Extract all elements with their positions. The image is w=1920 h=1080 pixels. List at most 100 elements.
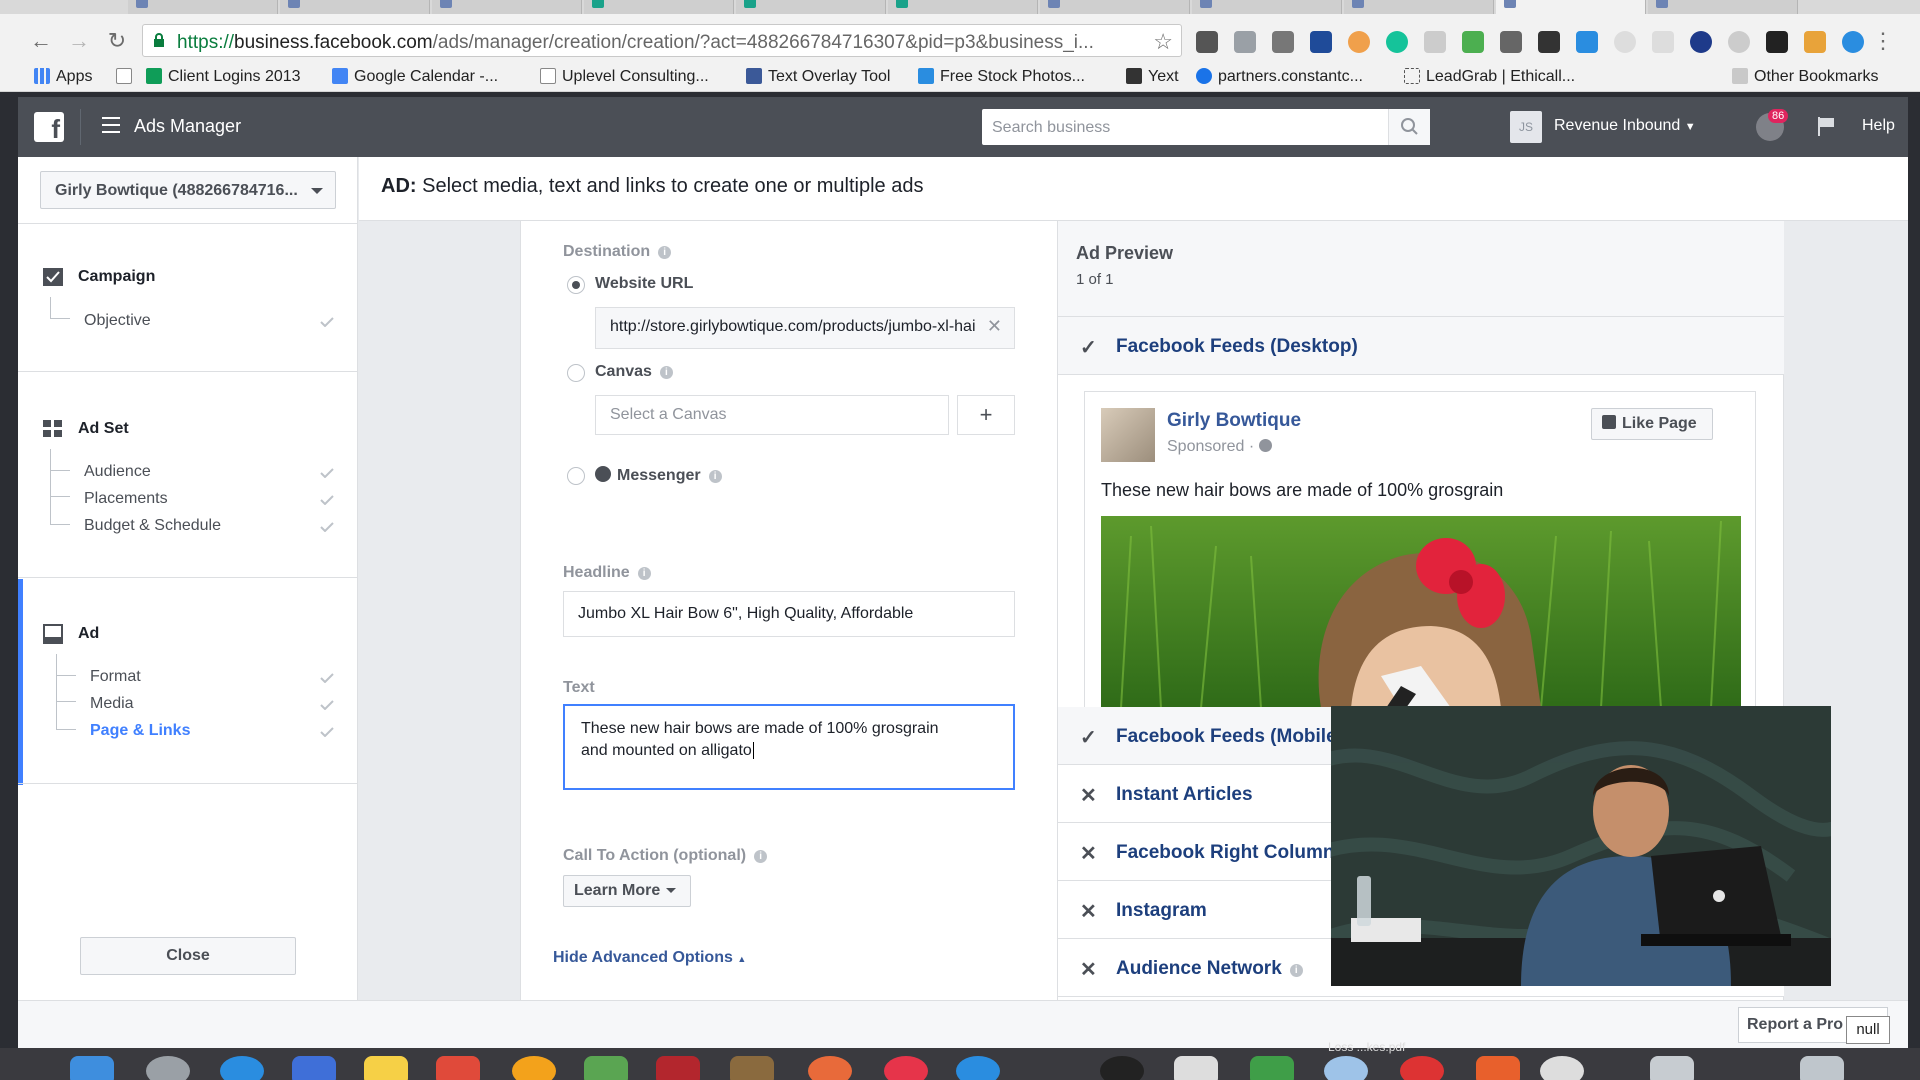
info-icon[interactable]: i [659, 366, 673, 379]
app-icon[interactable] [512, 1056, 556, 1080]
extension-pocket-icon[interactable] [1196, 31, 1218, 53]
notifications-icon[interactable]: 86 [1756, 109, 1789, 141]
extension-icon[interactable] [1462, 31, 1484, 53]
app-icon[interactable] [1324, 1056, 1368, 1080]
extension-icon[interactable] [1614, 31, 1636, 53]
app-icon[interactable] [1650, 1056, 1694, 1080]
calendar-icon[interactable] [436, 1056, 480, 1080]
mail-icon[interactable] [292, 1056, 336, 1080]
app-icon[interactable] [584, 1056, 628, 1080]
extension-icon[interactable] [1842, 31, 1864, 53]
extension-icon[interactable] [1804, 31, 1826, 53]
app-icon[interactable] [1100, 1056, 1144, 1080]
extension-yext-icon[interactable] [1310, 31, 1332, 53]
extension-icon[interactable] [1424, 31, 1446, 53]
extension-buffer-icon[interactable] [1766, 31, 1788, 53]
bookmark-item[interactable]: Yext [1126, 68, 1179, 86]
safari-icon[interactable] [220, 1056, 264, 1080]
extension-icon[interactable] [1576, 31, 1598, 53]
help-link[interactable]: Help [1862, 117, 1895, 135]
browser-tab[interactable] [280, 0, 430, 14]
headline-input[interactable]: Jumbo XL Hair Bow 6", High Quality, Affo… [563, 591, 1015, 637]
bookmark-item[interactable]: Uplevel Consulting... [540, 68, 709, 86]
page-name[interactable]: Girly Bowtique [1167, 410, 1301, 432]
extension-icon[interactable] [1728, 31, 1750, 53]
app-icon[interactable] [808, 1056, 852, 1080]
website-url-input[interactable]: http://store.girlybowtique.com/products/… [595, 307, 1015, 349]
bookmark-star-icon[interactable]: ☆ [1153, 29, 1173, 55]
notes-icon[interactable] [364, 1056, 408, 1080]
app-icon[interactable] [1400, 1056, 1444, 1080]
flag-icon[interactable] [1815, 115, 1837, 137]
messenger-radio[interactable] [567, 467, 585, 485]
sidebar-item-format[interactable]: Format [90, 668, 141, 686]
extension-icon[interactable] [1348, 31, 1370, 53]
placement-facebook-feeds-desktop[interactable]: ✓ Facebook Feeds (Desktop) [1058, 317, 1784, 375]
browser-tab-active[interactable] [1496, 0, 1646, 14]
add-canvas-button[interactable]: + [957, 395, 1015, 435]
bookmark-item[interactable] [116, 68, 138, 86]
search-button[interactable] [1388, 109, 1430, 145]
bookmark-item[interactable]: partners.constantc... [1196, 68, 1363, 86]
app-icon[interactable] [1476, 1056, 1520, 1080]
ad-account-selector[interactable]: Girly Bowtique (488266784716... [40, 171, 336, 209]
cta-dropdown[interactable]: Learn More [563, 875, 691, 907]
ad-text-input[interactable]: These new hair bows are made of 100% gro… [563, 704, 1015, 790]
bookmark-item[interactable]: Client Logins 2013 [146, 68, 301, 86]
bookmark-other[interactable]: Other Bookmarks [1732, 68, 1878, 86]
extension-grammarly-icon[interactable] [1386, 31, 1408, 53]
finder-icon[interactable] [70, 1056, 114, 1080]
info-icon[interactable]: i [637, 567, 651, 580]
extension-icon[interactable] [1272, 31, 1294, 53]
website-url-radio[interactable] [567, 276, 585, 294]
browser-tab[interactable] [888, 0, 1038, 14]
hide-advanced-options-link[interactable]: Hide Advanced Options ▲ [553, 949, 746, 967]
bookmark-item[interactable]: Google Calendar -... [332, 68, 498, 86]
extension-icon[interactable] [1234, 31, 1256, 53]
facebook-logo-icon[interactable]: f [34, 112, 64, 144]
bookmark-item[interactable]: LeadGrab | Ethicall... [1404, 68, 1575, 86]
extension-icon[interactable] [1652, 31, 1674, 53]
bookmark-item[interactable]: Text Overlay Tool [746, 68, 890, 86]
app-icon[interactable] [730, 1056, 774, 1080]
sidebar-item-page-links[interactable]: Page & Links [90, 722, 190, 740]
trash-icon[interactable] [1800, 1056, 1844, 1080]
canvas-select[interactable]: Select a Canvas [595, 395, 949, 435]
launchpad-icon[interactable] [146, 1056, 190, 1080]
back-icon[interactable]: ← [28, 28, 54, 54]
close-button[interactable]: Close [80, 937, 296, 975]
browser-menu-icon[interactable]: ⋮ [1870, 28, 1896, 54]
sidebar-item-budget-schedule[interactable]: Budget & Schedule [84, 517, 221, 535]
info-icon[interactable]: i [754, 850, 768, 863]
search-business-input[interactable]: Search business [982, 109, 1430, 145]
browser-tab[interactable] [1648, 0, 1798, 14]
reload-icon[interactable]: ↻ [104, 28, 130, 54]
app-icon[interactable] [1174, 1056, 1218, 1080]
canvas-radio[interactable] [567, 364, 585, 382]
info-icon[interactable]: i [1289, 964, 1303, 977]
browser-tab[interactable] [1192, 0, 1342, 14]
clear-icon[interactable]: ✕ [987, 316, 1002, 337]
browser-tab[interactable] [1040, 0, 1190, 14]
extension-icon[interactable] [1500, 31, 1522, 53]
browser-tab[interactable] [432, 0, 582, 14]
browser-tab[interactable] [128, 0, 278, 14]
info-icon[interactable]: i [658, 246, 672, 259]
extension-icon[interactable] [1538, 31, 1560, 53]
extension-icon[interactable] [1690, 31, 1712, 53]
address-bar[interactable]: https://business.facebook.com/ads/manage… [142, 24, 1182, 57]
forward-icon[interactable]: → [66, 28, 92, 54]
app-title[interactable]: Ads Manager [134, 116, 241, 137]
browser-tab[interactable] [736, 0, 886, 14]
sidebar-item-audience[interactable]: Audience [84, 463, 151, 481]
bookmark-item[interactable]: Free Stock Photos... [918, 68, 1085, 86]
hamburger-menu-icon[interactable] [102, 117, 120, 133]
sidebar-item-objective[interactable]: Objective [84, 312, 151, 330]
sidebar-item-placements[interactable]: Placements [84, 490, 168, 508]
app-icon[interactable] [1250, 1056, 1294, 1080]
browser-tab[interactable] [584, 0, 734, 14]
like-page-button[interactable]: Like Page [1591, 408, 1713, 440]
browser-tab[interactable] [1344, 0, 1494, 14]
info-icon[interactable]: i [708, 470, 722, 483]
app-icon[interactable] [656, 1056, 700, 1080]
